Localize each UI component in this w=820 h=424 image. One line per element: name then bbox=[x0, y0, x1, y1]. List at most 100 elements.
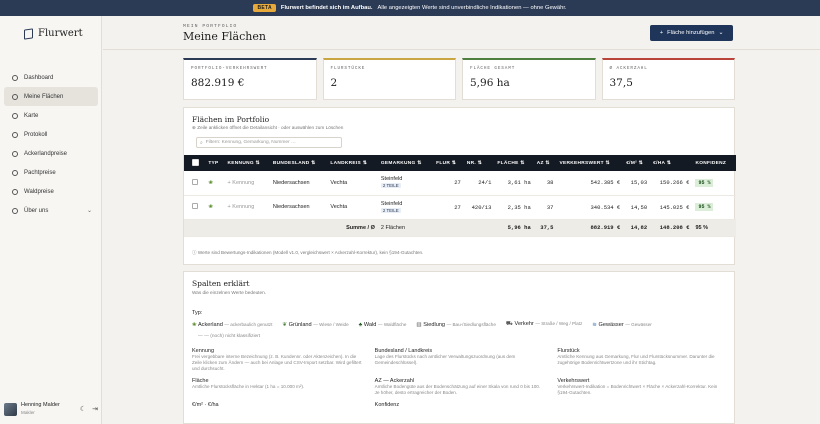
sum-eur-ha: 148.208 € bbox=[650, 219, 693, 237]
verkehrswert-cell: 542.385 € bbox=[556, 171, 624, 196]
sidebar-item-karte[interactable]: Karte bbox=[4, 106, 98, 125]
eur-ha-cell: 145.025 € bbox=[650, 195, 693, 220]
flur-cell: 27 bbox=[433, 195, 464, 220]
kpi-label: FLURSTÜCKE bbox=[330, 66, 366, 71]
flaeche-cell: 2,35 ha bbox=[494, 195, 534, 220]
col-kennung[interactable]: KENNUNG ⇅ bbox=[225, 155, 270, 171]
sum-label: Summe / Ø bbox=[327, 219, 378, 237]
legend-type-wald: ♣ Wald — Waldfläche bbox=[358, 321, 407, 328]
col-typ[interactable]: TYP bbox=[205, 155, 224, 171]
logout-icon[interactable]: ⇥ bbox=[92, 405, 98, 413]
table-row[interactable]: ❀ + Kennung Niedersachsen Vechta Steinfe… bbox=[184, 171, 736, 196]
konfidenz-cell: 95 % bbox=[692, 171, 736, 196]
kpi-label: FLÄCHE GESAMT bbox=[470, 66, 516, 71]
bundesland-cell: Niedersachsen bbox=[269, 171, 328, 196]
landkreis-cell: Vechta bbox=[327, 195, 378, 220]
table-row[interactable]: ❀ + Kennung Niedersachsen Vechta Steinfe… bbox=[184, 195, 736, 220]
legend-item: Flurstück Amtliche Kennung aus Gemarkung,… bbox=[557, 348, 715, 365]
sidebar-item-label: Über uns bbox=[24, 207, 49, 214]
kennung-cell[interactable]: + Kennung bbox=[224, 195, 270, 220]
eur-m2-cell: 14,50 bbox=[623, 195, 651, 220]
user-profile: Henning Malder Makler ☾ ⇥ bbox=[4, 398, 98, 420]
kennung-cell[interactable]: + Kennung bbox=[224, 171, 270, 196]
page-title: Meine Flächen bbox=[183, 30, 266, 43]
sum-konfidenz: 95 % bbox=[692, 219, 736, 237]
legend-item: AZ — Ackerzahl Amtliche Bodengüte aus der… bbox=[374, 378, 541, 395]
nr-cell: 420/13 bbox=[463, 195, 495, 220]
kpi-label: Ø ACKERZAHL bbox=[609, 66, 648, 71]
legend-item: Verkehrswert Verkehrswert-Indikation = Bo… bbox=[557, 378, 718, 395]
legend-panel: Spalten erklärt Was die einzelnen Werte … bbox=[183, 271, 735, 424]
sidebar-item-pachtpreise[interactable]: Pachtpreise bbox=[4, 163, 98, 182]
col-konfidenz[interactable]: KONFIDENZ bbox=[692, 155, 736, 171]
legend-item: Kennung Frei vergebbare interne Bezeichnu… bbox=[192, 348, 362, 371]
location-icon bbox=[12, 93, 18, 100]
sidebar-item-label: Karte bbox=[24, 112, 39, 119]
sidebar-item-ueber-uns[interactable]: Über uns ⌄ bbox=[4, 201, 98, 220]
beta-badge: BETA bbox=[253, 4, 276, 12]
col-bundesland[interactable]: BUNDESLAND ⇅ bbox=[270, 155, 327, 171]
select-all-checkbox[interactable] bbox=[184, 155, 205, 171]
chart-icon bbox=[12, 150, 18, 157]
sidebar-item-waldpreise[interactable]: Waldpreise bbox=[4, 182, 98, 201]
legend-item: €/m² · €/ha bbox=[192, 402, 219, 408]
kpi-value: 5,96 ha bbox=[470, 77, 510, 89]
col-flur[interactable]: FLUR ⇅ bbox=[433, 155, 464, 171]
filter-input[interactable]: ⌕ Filtern: Kennung, Gemarkung, Nummer … bbox=[196, 137, 342, 148]
chevron-down-icon: ⌄ bbox=[86, 208, 92, 214]
main-content: MEIN PORTFOLIO Meine Flächen + Fläche hi… bbox=[103, 16, 820, 424]
avatar[interactable] bbox=[4, 402, 17, 416]
legend-type-gewaesser: ≋ Gewässer — Gewässer bbox=[592, 321, 652, 328]
kpi-portfolio-value: PORTFOLIO-VERKEHRSWERT 882.919 € bbox=[183, 58, 317, 100]
user-name: Henning Malder bbox=[21, 401, 60, 408]
kpi-value: 882.919 € bbox=[191, 77, 245, 89]
sidebar-item-meine-flaechen[interactable]: Meine Flächen bbox=[4, 87, 98, 106]
col-gemarkung[interactable]: GEMARKUNG ⇅ bbox=[378, 155, 433, 171]
col-verkehrswert[interactable]: VERKEHRSWERT ⇅ bbox=[556, 155, 623, 171]
sidebar-item-protokoll[interactable]: Protokoll bbox=[4, 125, 98, 144]
landkreis-cell: Vechta bbox=[327, 171, 378, 196]
legend-type-verkehr: ⛟ Verkehr — Straße / Weg / Platz bbox=[505, 321, 583, 327]
kpi-value: 37,5 bbox=[609, 77, 633, 89]
beta-banner: BETA Flurwert befindet sich im Aufbau. A… bbox=[0, 0, 820, 16]
sidebar-item-ackerlandpreise[interactable]: Ackerlandpreise bbox=[4, 144, 98, 163]
legend-title: Spalten erklärt bbox=[192, 279, 250, 288]
sum-az: 37,5 bbox=[533, 219, 557, 237]
theme-toggle-icon[interactable]: ☾ bbox=[80, 405, 86, 413]
sum-count: 2 Flächen bbox=[377, 219, 434, 237]
kpi-value: 2 bbox=[330, 77, 338, 89]
banner-strong: Flurwert befindet sich im Aufbau. bbox=[280, 5, 373, 11]
col-nr[interactable]: NR. ⇅ bbox=[464, 155, 495, 171]
plus-icon: + bbox=[659, 30, 664, 36]
legend-grid: Kennung Frei vergebbare interne Bezeichnu… bbox=[192, 348, 728, 408]
building-icon: ▥ bbox=[416, 321, 422, 328]
info-icon bbox=[12, 207, 18, 214]
sidebar-item-label: Protokoll bbox=[24, 131, 48, 138]
legend-type-siedlung: ▥ Siedlung — Bau-/Siedlungsfläche bbox=[416, 321, 496, 328]
col-landkreis[interactable]: LANDKREIS ⇅ bbox=[327, 155, 378, 171]
row-checkbox[interactable] bbox=[192, 203, 198, 209]
teile-tag[interactable]: 2 TEILE bbox=[380, 183, 401, 189]
legend-type-gruenland: ❦ Grünland — Wiese / Weide bbox=[282, 321, 349, 328]
row-checkbox[interactable] bbox=[192, 178, 198, 185]
legend-type-ackerland: ❀ Ackerland — ackerbaulich genutzt bbox=[192, 321, 273, 328]
sum-flaeche: 5,96 ha bbox=[494, 219, 534, 237]
legend-item: Konfidenz bbox=[374, 402, 400, 408]
legend-item: Bundesland / Landkreis Lage des Flurstück… bbox=[374, 348, 516, 365]
col-eur-ha[interactable]: €/HA ⇅ bbox=[650, 155, 692, 171]
portfolio-title: Flächen im Portfolio bbox=[192, 115, 270, 124]
sidebar-item-dashboard[interactable]: Dashboard bbox=[4, 68, 98, 87]
add-area-label: Fläche hinzufügen bbox=[667, 30, 715, 36]
teile-tag[interactable]: 2 TEILE bbox=[380, 207, 401, 213]
sidebar-item-label: Dashboard bbox=[24, 74, 54, 81]
col-az[interactable]: AZ ⇅ bbox=[534, 155, 557, 171]
add-area-button[interactable]: + Fläche hinzufügen ⌄ bbox=[650, 25, 733, 41]
table-header-row: TYP KENNUNG ⇅ BUNDESLAND ⇅ LANDKREIS ⇅ G… bbox=[184, 155, 736, 171]
brand-logo[interactable]: Flurwert bbox=[24, 27, 83, 40]
water-icon: ≋ bbox=[592, 321, 597, 328]
sidebar-nav: Dashboard Meine Flächen Karte Protokoll … bbox=[0, 68, 102, 220]
kpi-parcels: FLURSTÜCKE 2 bbox=[322, 58, 456, 100]
col-flaeche[interactable]: FLÄCHE ⇅ bbox=[494, 155, 533, 171]
col-eur-m2[interactable]: €/M² ⇅ bbox=[623, 155, 650, 171]
history-icon bbox=[12, 131, 18, 138]
